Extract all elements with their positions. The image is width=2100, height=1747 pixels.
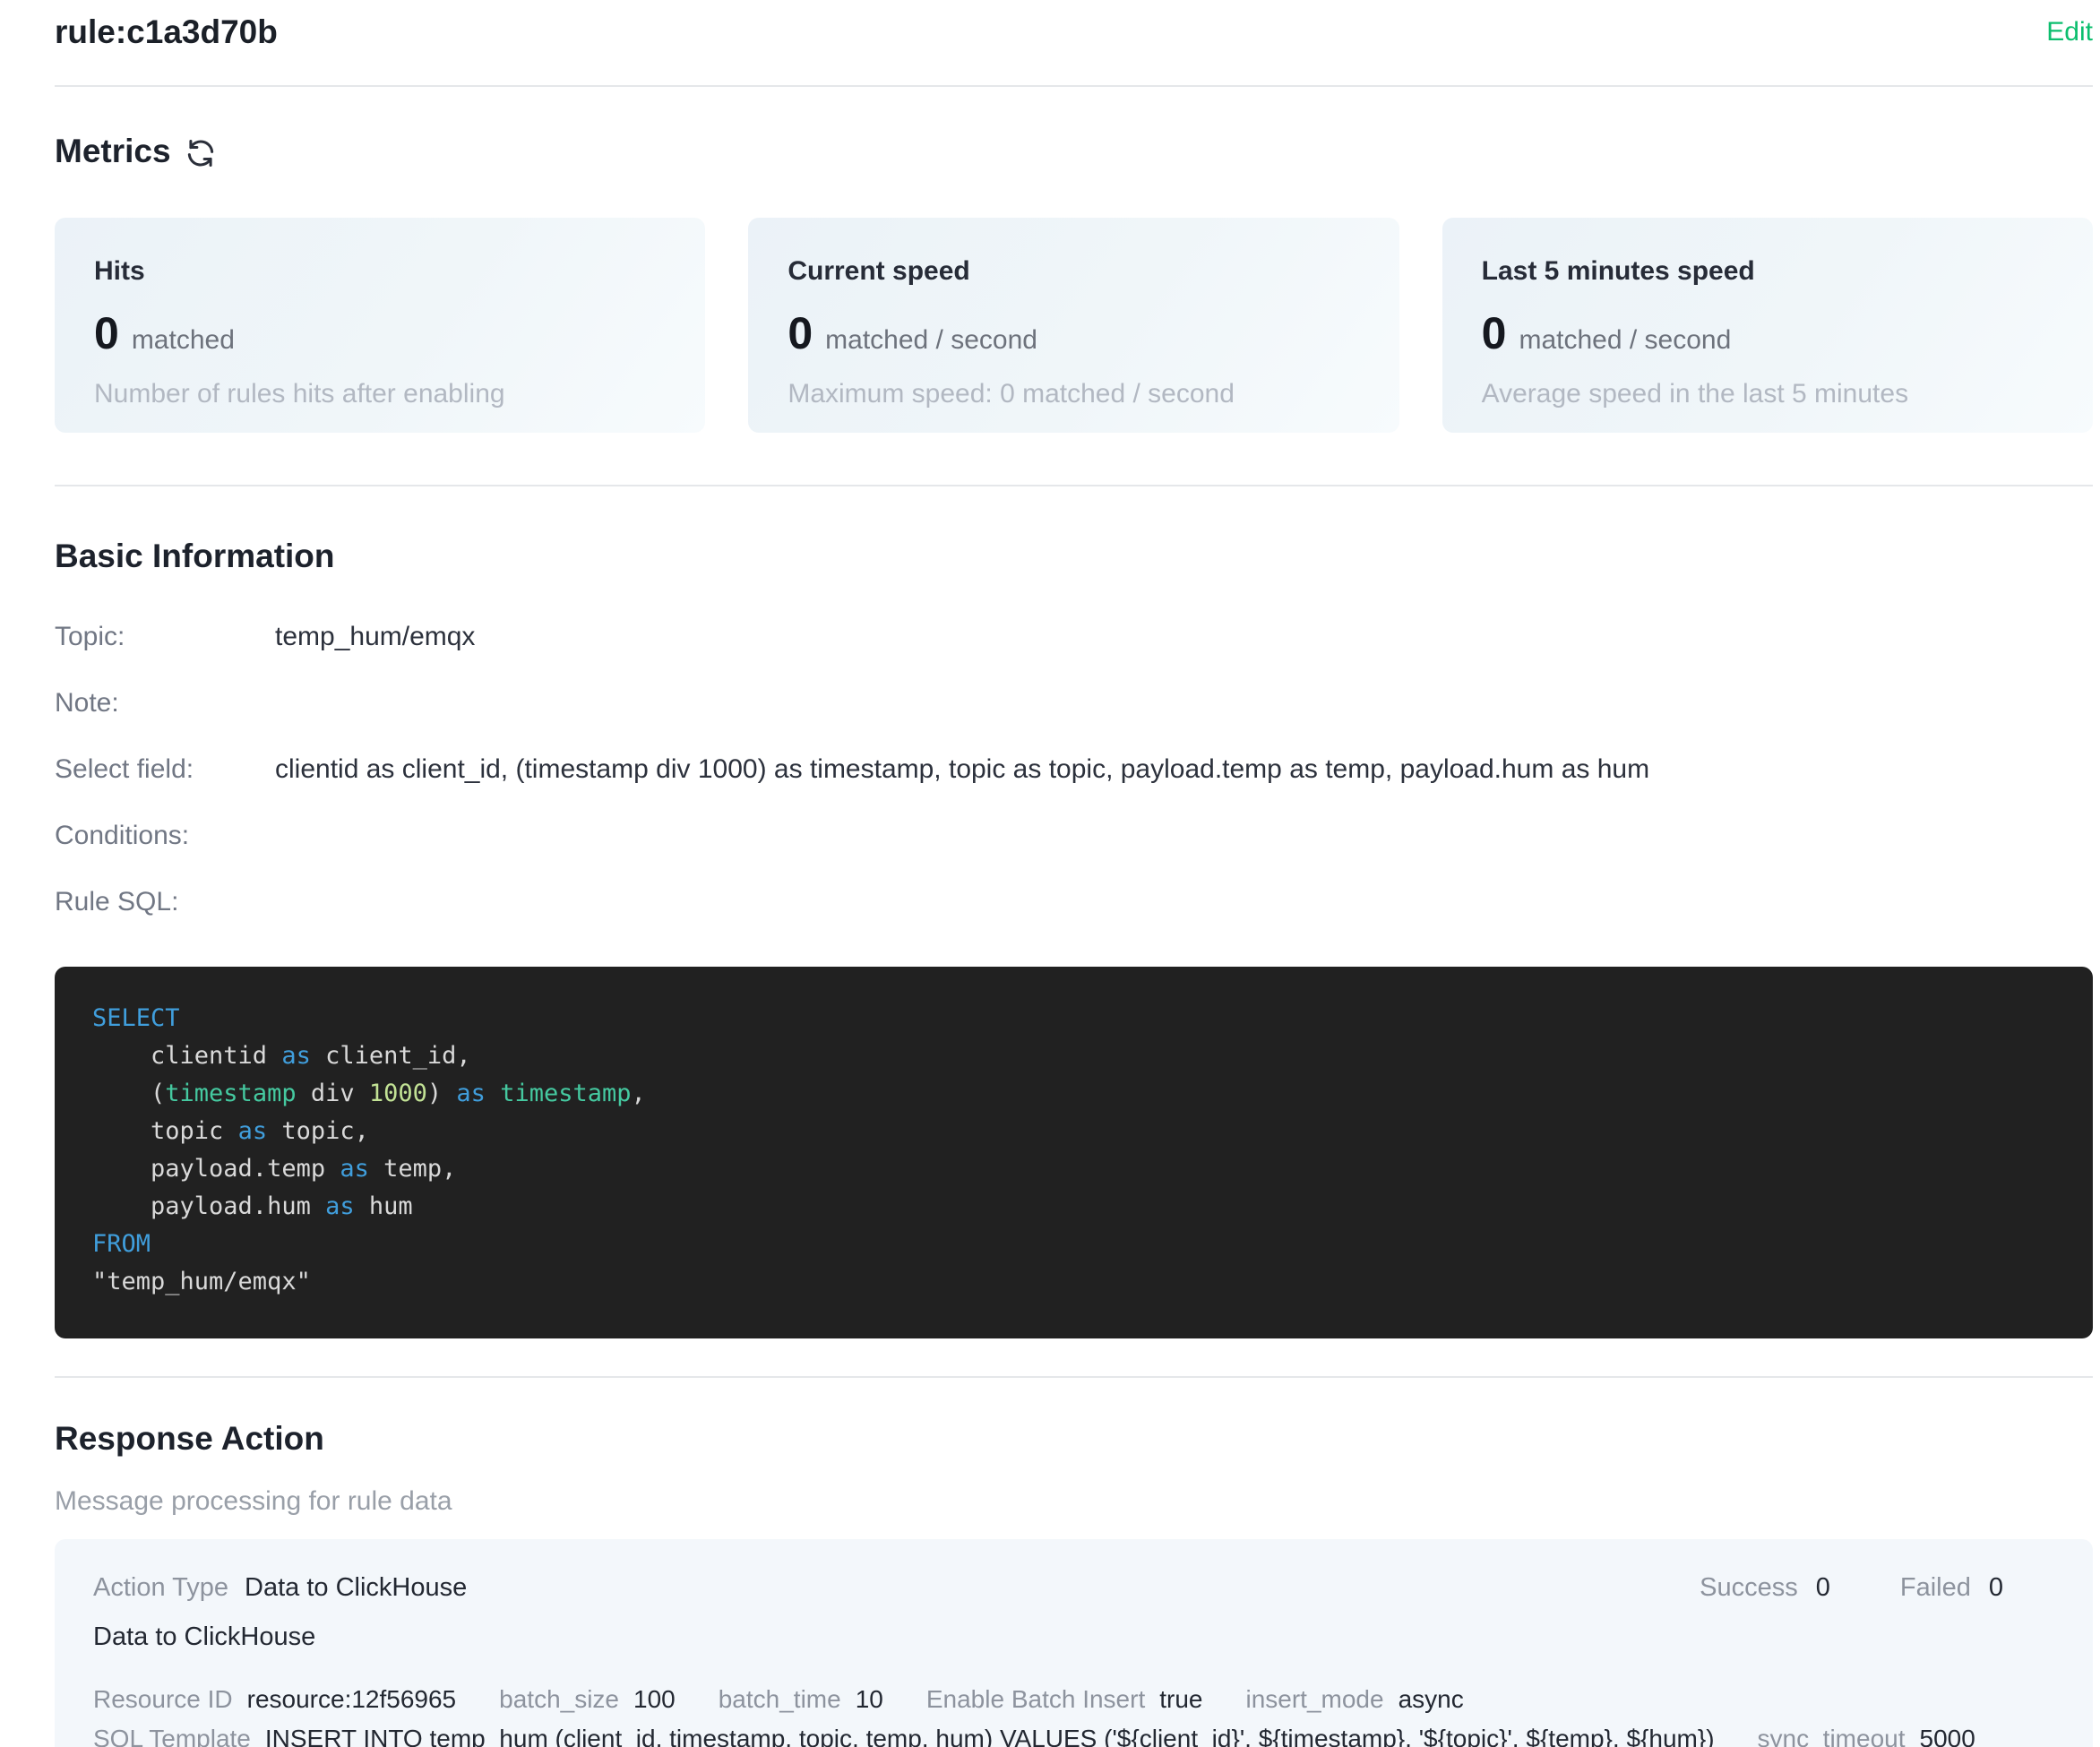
basic-information-heading: Basic Information <box>55 537 2093 576</box>
metric-description: Average speed in the last 5 minutes <box>1482 378 2053 410</box>
divider <box>55 1376 2093 1378</box>
edit-link[interactable]: Edit <box>2046 14 2093 50</box>
param-value: 100 <box>633 1685 676 1714</box>
success-value: 0 <box>1816 1573 1830 1603</box>
metric-cards-row: Hits 0 matched Number of rules hits afte… <box>55 218 2093 433</box>
param-label: Resource ID <box>93 1685 233 1714</box>
metric-value-row: 0 matched / second <box>1482 311 2053 356</box>
metric-unit: matched <box>132 325 235 356</box>
action-type-group: Action Type Data to ClickHouse <box>93 1573 467 1603</box>
metric-value-row: 0 matched <box>94 311 666 356</box>
metric-unit: matched / second <box>825 325 1037 356</box>
metric-description: Number of rules hits after enabling <box>94 378 666 410</box>
param-value: 5000 <box>1920 1725 1975 1747</box>
param-value: INSERT INTO temp_hum (client_id, timesta… <box>265 1725 1715 1747</box>
action-card-top-row: Action Type Data to ClickHouse Success 0… <box>93 1573 2003 1603</box>
info-row-rule-sql: Rule SQL: <box>55 886 2093 952</box>
page-header: rule:c1a3d70b Edit <box>55 0 2093 52</box>
action-name: Data to ClickHouse <box>93 1621 2003 1653</box>
param-batch-time: batch_time 10 <box>719 1685 883 1714</box>
param-resource-id: Resource ID resource:12f56965 <box>93 1685 456 1714</box>
metric-unit: matched / second <box>1519 325 1731 356</box>
metric-value-row: 0 matched / second <box>788 311 1359 356</box>
info-label: Conditions: <box>55 820 275 852</box>
action-params-row-1: Resource ID resource:12f56965 batch_size… <box>93 1685 2003 1714</box>
action-type-label: Action Type <box>93 1573 228 1603</box>
metric-card-hits: Hits 0 matched Number of rules hits afte… <box>55 218 705 433</box>
param-label: SQL Template <box>93 1725 251 1747</box>
param-value: async <box>1399 1685 1464 1714</box>
metric-card-title: Last 5 minutes speed <box>1482 255 2053 288</box>
param-label: batch_time <box>719 1685 841 1714</box>
param-enable-batch-insert: Enable Batch Insert true <box>926 1685 1203 1714</box>
refresh-icon[interactable] <box>184 136 218 170</box>
info-label: Select field: <box>55 753 275 786</box>
param-sql-template: SQL Template INSERT INTO temp_hum (clien… <box>93 1725 1715 1747</box>
info-label: Note: <box>55 687 275 719</box>
metric-value: 0 <box>788 311 813 356</box>
param-insert-mode: insert_mode async <box>1245 1685 1463 1714</box>
response-action-subtitle: Message processing for rule data <box>55 1485 2093 1518</box>
action-metrics-group: Success 0 Failed 0 <box>1700 1573 2003 1603</box>
info-label: Topic: <box>55 621 275 653</box>
metric-description: Maximum speed: 0 matched / second <box>788 378 1359 410</box>
metric-value: 0 <box>94 311 119 356</box>
param-sync-timeout: sync_timeout 5000 <box>1758 1725 1975 1747</box>
divider <box>55 485 2093 486</box>
basic-information-rows: Topic: temp_hum/emqx Note: Select field:… <box>55 621 2093 952</box>
metric-card-last-5-minutes-speed: Last 5 minutes speed 0 matched / second … <box>1442 218 2093 433</box>
metrics-section-header: Metrics <box>55 132 2093 171</box>
param-label: insert_mode <box>1245 1685 1383 1714</box>
info-row-topic: Topic: temp_hum/emqx <box>55 621 2093 687</box>
info-row-conditions: Conditions: <box>55 820 2093 886</box>
metric-card-title: Current speed <box>788 255 1359 288</box>
divider <box>55 85 2093 87</box>
param-value: true <box>1159 1685 1202 1714</box>
action-type-value: Data to ClickHouse <box>245 1573 467 1603</box>
param-batch-size: batch_size 100 <box>499 1685 676 1714</box>
response-action-heading: Response Action <box>55 1419 2093 1459</box>
metric-value: 0 <box>1482 311 1507 356</box>
failed-label: Failed <box>1900 1573 1971 1603</box>
info-row-note: Note: <box>55 687 2093 753</box>
param-value: 10 <box>856 1685 883 1714</box>
metric-card-current-speed: Current speed 0 matched / second Maximum… <box>748 218 1399 433</box>
action-card: Action Type Data to ClickHouse Success 0… <box>55 1539 2093 1747</box>
param-label: Enable Batch Insert <box>926 1685 1145 1714</box>
rule-sql-code: SELECT clientid as client_id, (timestamp… <box>55 967 2093 1338</box>
info-label: Rule SQL: <box>55 886 275 918</box>
page-title: rule:c1a3d70b <box>55 13 278 52</box>
action-params-row-2: SQL Template INSERT INTO temp_hum (clien… <box>93 1725 2003 1747</box>
metric-card-title: Hits <box>94 255 666 288</box>
failed-value: 0 <box>1989 1573 2003 1603</box>
success-label: Success <box>1700 1573 1798 1603</box>
param-label: batch_size <box>499 1685 619 1714</box>
info-row-select-field: Select field: clientid as client_id, (ti… <box>55 753 2093 820</box>
param-label: sync_timeout <box>1758 1725 1906 1747</box>
param-value: resource:12f56965 <box>247 1685 457 1714</box>
info-value: clientid as client_id, (timestamp div 10… <box>275 753 1649 786</box>
info-value: temp_hum/emqx <box>275 621 475 653</box>
rule-detail-page: rule:c1a3d70b Edit Metrics Hits 0 matche… <box>0 0 2100 1747</box>
metrics-heading: Metrics <box>55 132 171 171</box>
